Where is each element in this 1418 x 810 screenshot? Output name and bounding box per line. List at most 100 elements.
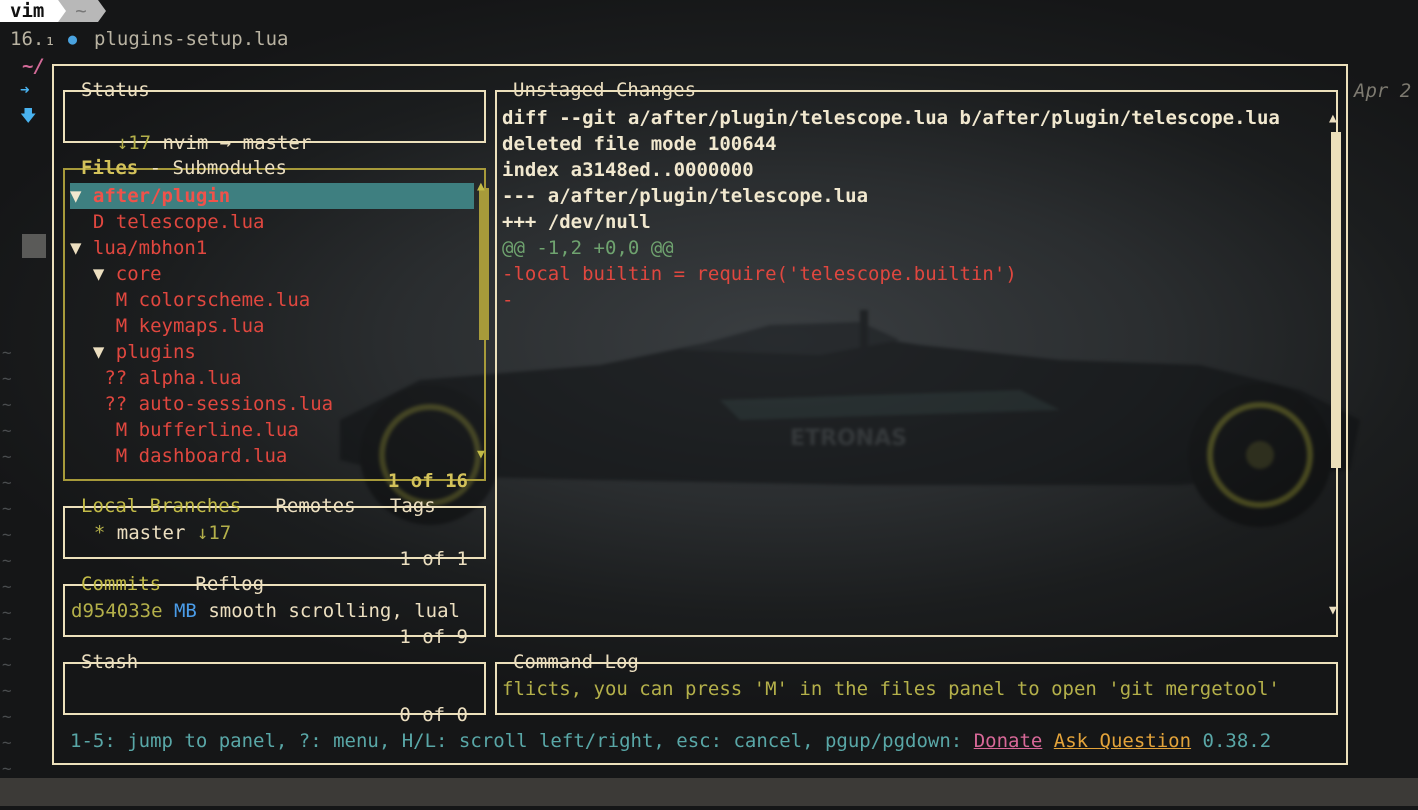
empty-line-marker: ~ [2,421,12,440]
empty-line-marker: ~ [2,551,12,570]
command-log-panel[interactable]: Command Log flicts, you can press 'M' in… [495,651,1338,715]
files-panel[interactable]: Files - Submodules ▼ after/plugin D tele… [63,157,489,492]
tab-tags[interactable]: Tags [390,495,436,517]
scroll-down-icon[interactable]: ▼ [1329,598,1337,624]
file-tree-dir[interactable]: ▼ plugins [70,339,196,365]
arrow-down-icon: 🡇 [20,106,37,125]
diff-line: -local builtin = require('telescope.buil… [502,263,1017,285]
file-status: D [70,211,116,233]
file-name: auto-sessions.lua [138,393,334,415]
file-status: M [70,419,139,441]
file-name: bufferline.lua [138,419,299,441]
repo-name: nvim [162,132,209,154]
cursor-block [22,234,46,258]
file-name: alpha.lua [138,367,242,389]
file-name: colorscheme.lua [138,289,311,311]
file-tree-dir[interactable]: ▼ lua/mbhon1 [70,235,207,261]
empty-line-marker: ~ [2,577,12,596]
status-panel[interactable]: Status ↓17 nvim → master [63,79,486,154]
ask-question-link[interactable]: Ask Question [1054,730,1191,752]
commit-author: MB [173,600,197,622]
scroll-down-icon[interactable]: ▼ [477,442,485,468]
commits-panel[interactable]: Commits - Reflog d954033e MB smooth scro… [63,573,486,648]
file-name[interactable]: plugins-setup.lua [94,26,288,52]
stash-panel[interactable]: Stash 0 of 0 [63,651,486,726]
empty-line-marker: ~ [2,655,12,674]
scroll-up-icon[interactable]: ▲ [477,174,485,200]
file-status: M [70,445,139,467]
footer: 1-5: jump to panel, ?: menu, H/L: scroll… [70,728,1271,754]
diff-line: deleted file mode 100644 [502,133,777,155]
empty-line-marker: ~ [2,629,12,648]
file-name: telescope.lua [115,211,265,233]
file-tree-dir[interactable]: ▼ after/plugin [70,183,474,209]
empty-line-marker: ~ [2,525,12,544]
tab-remotes[interactable]: Remotes [275,495,355,517]
title-separator: - [161,573,196,595]
file-tree-file[interactable]: M keymaps.lua [70,313,265,339]
diff-panel-title: Unstaged Changes [513,79,697,101]
file-status: ?? [70,393,139,415]
scrollbar-thumb[interactable] [479,188,489,340]
command-log-text: flicts, you can press 'M' in the files p… [502,678,1280,700]
diff-line: @@ -1,2 +0,0 @@ [502,237,674,259]
keybinding-hints: 1-5: jump to panel, ?: menu, H/L: scroll… [70,730,963,752]
arrow-right-icon: → [219,132,232,154]
date-hint: Apr 2 [1354,80,1412,102]
scroll-up-icon[interactable]: ▲ [1329,106,1337,132]
tab-reflog[interactable]: Reflog [195,573,264,595]
current-branch-star-icon: * [93,522,106,544]
donate-link[interactable]: Donate [974,730,1043,752]
command-log-title: Command Log [513,651,639,673]
diff-line: --- a/after/plugin/telescope.lua [502,185,869,207]
file-tree-file[interactable]: M bufferline.lua [70,417,299,443]
file-status: ▼ [70,237,93,259]
file-tree-file[interactable]: ?? alpha.lua [70,365,242,391]
tab-local-branches[interactable]: Local Branches [81,495,241,517]
empty-line-marker: ~ [2,603,12,622]
file-tree-file[interactable]: ?? auto-sessions.lua [70,391,333,417]
diff-line: - [502,289,514,311]
file-tree-dir[interactable]: ▼ core [70,261,162,287]
branch-name: master [116,522,186,544]
file-name: lua/mbhon1 [92,237,208,259]
commit-hash: d954033e [71,600,163,622]
behind-count: ↓17 [116,132,152,154]
file-name: plugins [115,341,196,363]
lua-icon: ● [68,30,78,48]
file-name: after/plugin [92,185,231,207]
files-count: 1 of 16 [387,470,468,492]
stash-count: 0 of 0 [399,704,468,726]
file-status: M [70,289,139,311]
diff-line: +++ /dev/null [502,211,651,233]
commit-row[interactable]: d954033e MB smooth scrolling, lual [71,598,460,624]
version-label: 0.38.2 [1202,730,1272,752]
file-status: ▼ [70,185,93,207]
line-number: 16.₁ [10,28,56,50]
file-tree-file[interactable]: M colorscheme.lua [70,287,310,313]
behind-count: ↓17 [196,522,232,544]
diff-line: index a3148ed..0000000 [502,159,754,181]
unstaged-changes-panel[interactable]: Unstaged Changes diff --git a/after/plug… [495,79,1341,637]
tab-files[interactable]: Files [81,157,138,179]
file-tree-file[interactable]: D telescope.lua [70,209,265,235]
file-name: keymaps.lua [138,315,265,337]
commit-message: smooth scrolling, lual [208,600,460,622]
empty-line-marker: ~ [2,369,12,388]
file-status: M [70,315,139,337]
tab-vim[interactable]: vim [0,0,66,22]
title-separator: - [355,495,390,517]
branch-row[interactable]: * master ↓17 [71,520,231,546]
file-status: ▼ [70,263,116,285]
tab-commits[interactable]: Commits [81,573,161,595]
scrollbar-thumb[interactable] [1331,132,1341,468]
branches-panel[interactable]: Local Branches - Remotes - Tags * master… [63,495,486,570]
empty-line-marker: ~ [2,499,12,518]
commits-count: 1 of 9 [399,626,468,648]
stash-panel-title: Stash [81,651,139,673]
file-tree-file[interactable]: M dashboard.lua [70,443,288,469]
tab-submodules[interactable]: Submodules [173,157,287,179]
branches-count: 1 of 1 [399,548,468,570]
title-separator: - [241,495,276,517]
empty-line-marker: ~ [2,733,12,752]
